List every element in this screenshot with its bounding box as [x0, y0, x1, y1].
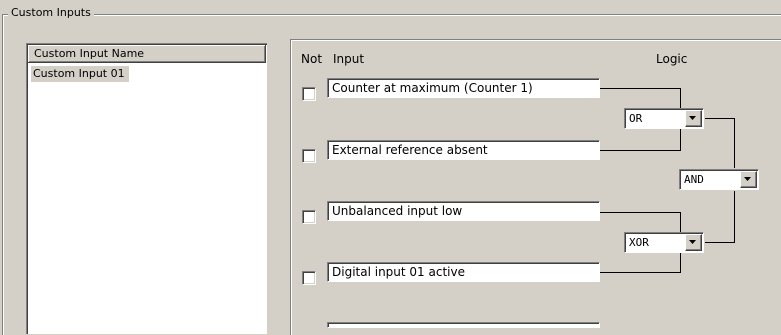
dropdown-button[interactable]: [685, 234, 702, 251]
connector-line: [705, 118, 735, 119]
dropdown-button[interactable]: [685, 110, 702, 127]
logic-select-value: AND: [684, 173, 704, 186]
input-field-5[interactable]: [327, 322, 600, 328]
not-column-header: Not: [301, 52, 323, 66]
chevron-down-icon: [689, 240, 696, 244]
logic-column-header: Logic: [656, 52, 688, 66]
connector-line: [600, 88, 681, 89]
logic-select-xor[interactable]: XOR: [624, 232, 704, 253]
connector-line: [680, 253, 681, 273]
not-checkbox-1[interactable]: [302, 87, 316, 101]
input-field-4[interactable]: Digital input 01 active: [327, 262, 600, 282]
not-checkbox-2[interactable]: [302, 149, 316, 163]
input-field-3[interactable]: Unbalanced input low: [327, 201, 600, 221]
input-field-2[interactable]: External reference absent: [327, 140, 600, 160]
connector-line: [600, 150, 681, 151]
connector-line: [705, 242, 735, 243]
list-column-header[interactable]: Custom Input Name: [28, 45, 266, 63]
logic-select-value: OR: [629, 112, 643, 125]
not-checkbox-4[interactable]: [302, 271, 316, 285]
connector-line: [600, 212, 681, 213]
chevron-down-icon: [744, 177, 751, 181]
logic-select-and[interactable]: AND: [679, 169, 759, 190]
connector-line: [680, 212, 681, 232]
logic-select-or[interactable]: OR: [624, 108, 704, 129]
chevron-down-icon: [689, 116, 696, 120]
connector-line: [680, 88, 681, 108]
groupbox-title: Custom Inputs: [8, 6, 94, 19]
connector-line: [734, 191, 735, 243]
connector-line: [600, 272, 681, 273]
logic-select-value: XOR: [629, 236, 649, 249]
input-column-header: Input: [333, 52, 365, 66]
input-field-1[interactable]: Counter at maximum (Counter 1): [327, 78, 600, 98]
dropdown-button[interactable]: [740, 171, 757, 188]
custom-input-list[interactable]: Custom Input Name Custom Input 01: [26, 43, 267, 334]
list-column-header-label: Custom Input Name: [34, 47, 145, 60]
connector-line: [680, 129, 681, 151]
connector-line: [734, 118, 735, 168]
list-item[interactable]: Custom Input 01: [31, 66, 129, 82]
not-checkbox-3[interactable]: [302, 210, 316, 224]
